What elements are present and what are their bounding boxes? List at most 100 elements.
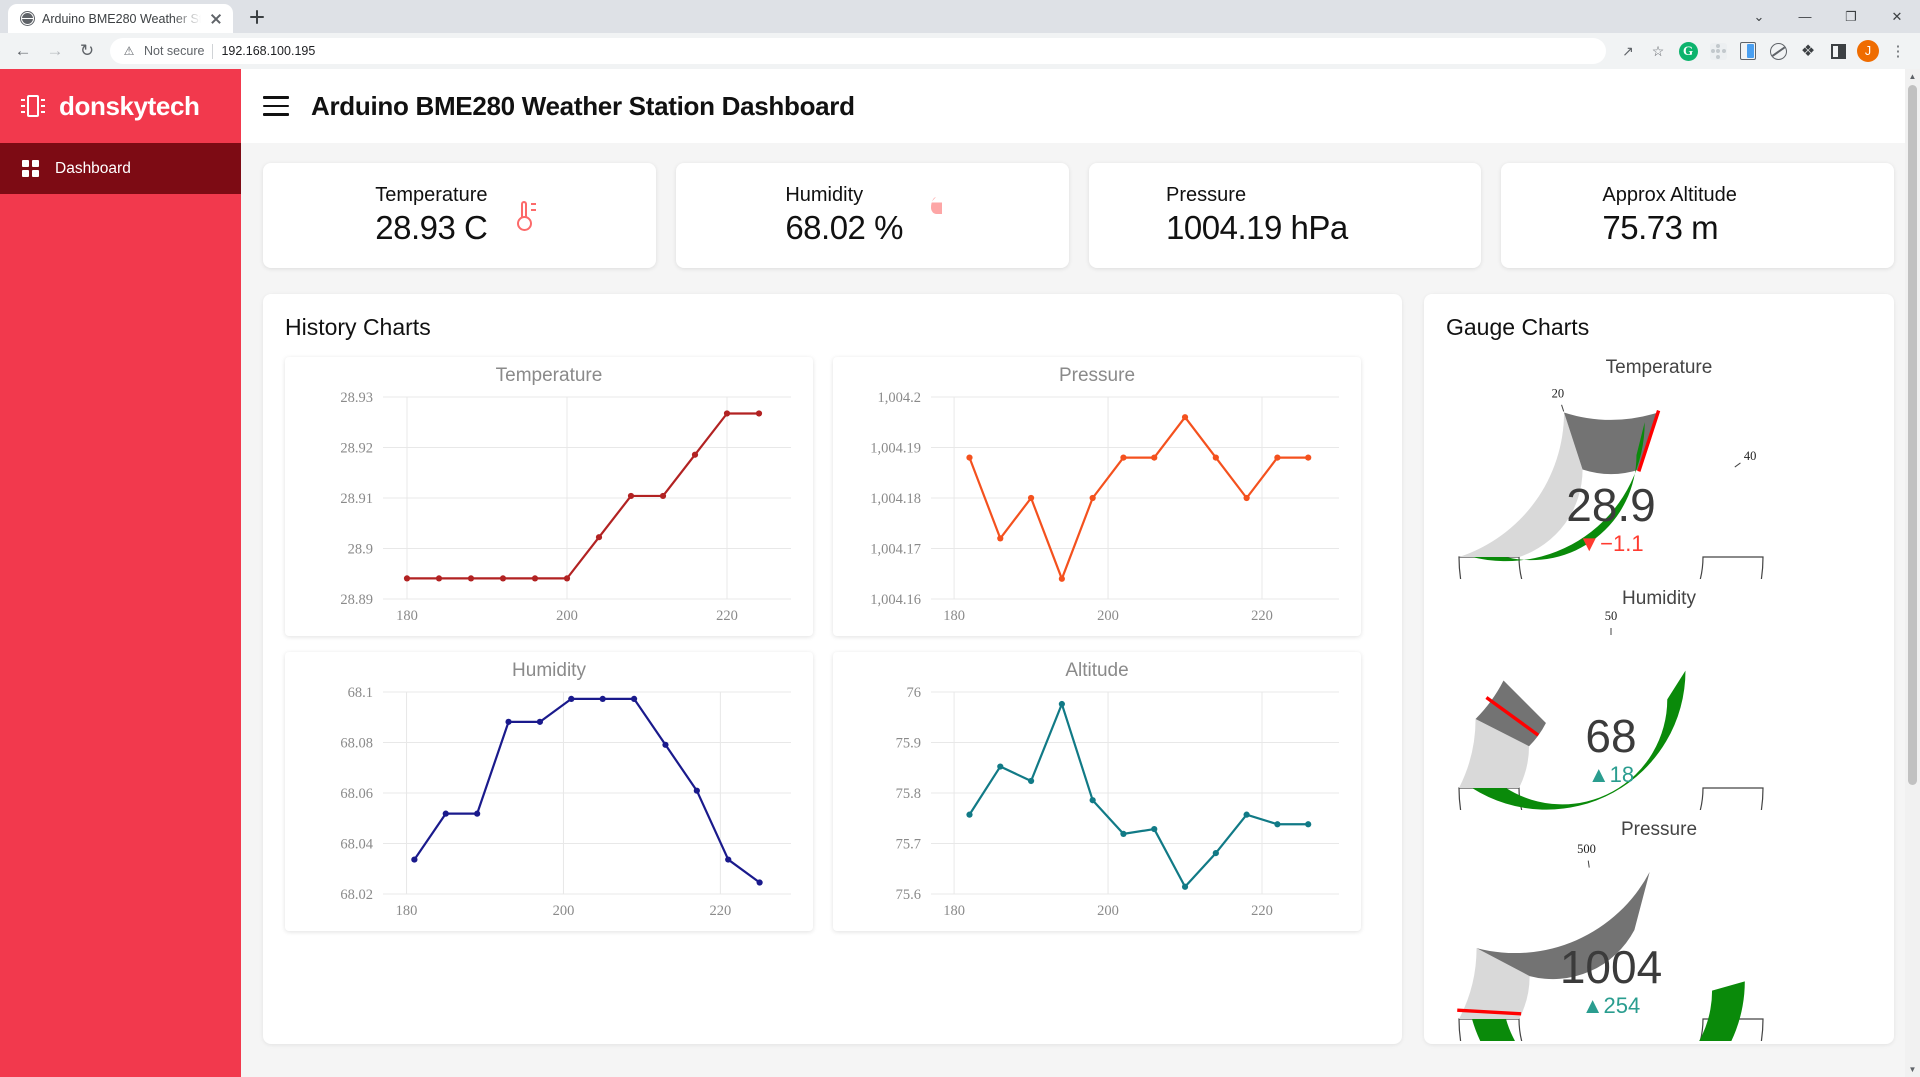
browser-tab[interactable]: Arduino BME280 Weather Station	[8, 4, 233, 33]
chart-temperature[interactable]: Temperature 28.8928.928.9128.9228.931802…	[285, 357, 813, 636]
brand-name: donskytech	[59, 91, 200, 122]
kebab-menu-icon[interactable]: ⋮	[1884, 37, 1912, 65]
panel-row: History Charts Temperature 28.8928.928.9…	[263, 294, 1894, 1044]
svg-text:68: 68	[1585, 710, 1636, 762]
gauge-temperature[interactable]: Temperature 204028.9▼−1.1	[1446, 357, 1872, 584]
chart-humidity[interactable]: Humidity 68.0268.0468.0668.0868.11802002…	[285, 652, 813, 931]
chart-pressure[interactable]: Pressure 1,004.161,004.171,004.181,004.1…	[833, 357, 1361, 636]
svg-text:75.9: 75.9	[896, 736, 921, 752]
svg-text:28.89: 28.89	[340, 592, 373, 608]
url-text: 192.168.100.195	[221, 44, 315, 58]
minimize-icon[interactable]: —	[1782, 0, 1828, 33]
grid-extension-icon[interactable]	[1704, 37, 1732, 65]
reload-icon[interactable]: ↻	[72, 36, 102, 66]
chart-title: Temperature	[295, 365, 803, 387]
svg-text:220: 220	[716, 608, 738, 624]
svg-text:▲254: ▲254	[1582, 993, 1640, 1018]
stat-card-humidity: Humidity 68.02 %	[676, 163, 1069, 268]
svg-text:68.04: 68.04	[340, 837, 373, 853]
stat-card-altitude: Approx Altitude 75.73 m	[1501, 163, 1894, 268]
bookmark-star-icon[interactable]: ☆	[1644, 37, 1672, 65]
gauge-title: Pressure	[1446, 819, 1872, 841]
scroll-up-arrow[interactable]: ▲	[1905, 69, 1920, 84]
stat-value: 1004.19 hPa	[1166, 209, 1348, 247]
chart-title: Humidity	[295, 660, 803, 682]
address-bar[interactable]: ⚠ Not secure 192.168.100.195	[110, 38, 1606, 64]
svg-text:68.02: 68.02	[340, 887, 373, 903]
security-label: Not secure	[144, 44, 204, 58]
new-tab-button[interactable]	[243, 3, 271, 31]
back-icon[interactable]: ←	[8, 36, 38, 66]
chart-altitude[interactable]: Altitude 75.675.775.875.976180200220	[833, 652, 1361, 931]
svg-text:180: 180	[396, 608, 418, 624]
water-drop-icon	[925, 197, 959, 235]
history-charts-panel: History Charts Temperature 28.8928.928.9…	[263, 294, 1402, 1044]
sidebar: donskytech Dashboard	[0, 69, 241, 1077]
svg-text:180: 180	[943, 903, 965, 919]
svg-text:220: 220	[1251, 903, 1273, 919]
chart-plot-area: 68.0268.0468.0668.0868.1180200220	[295, 682, 803, 922]
scroll-down-arrow[interactable]: ▼	[1905, 1062, 1920, 1077]
adblock-glyph	[1770, 43, 1787, 60]
gauge-pressure[interactable]: Pressure 500 1004▲254	[1446, 819, 1872, 1044]
chart-plot-area: 28.8928.928.9128.9228.93180200220	[295, 387, 803, 627]
grammarly-extension-icon[interactable]: G	[1674, 37, 1702, 65]
svg-text:75.6: 75.6	[896, 887, 921, 903]
gauge-panel-title: Gauge Charts	[1446, 314, 1872, 341]
svg-text:220: 220	[1251, 608, 1273, 624]
svg-text:1,004.17: 1,004.17	[870, 542, 921, 558]
tab-title: Arduino BME280 Weather Station	[42, 12, 201, 26]
svg-text:1004: 1004	[1560, 941, 1662, 993]
svg-text:28.93: 28.93	[340, 390, 373, 406]
svg-text:1,004.19: 1,004.19	[870, 441, 921, 457]
main-content: Arduino BME280 Weather Station Dashboard…	[241, 69, 1920, 1077]
chart-plot-area: 1,004.161,004.171,004.181,004.191,004.21…	[843, 387, 1351, 627]
svg-text:68.08: 68.08	[340, 736, 373, 752]
reading-mode-icon[interactable]	[1734, 37, 1762, 65]
close-window-icon[interactable]: ✕	[1874, 0, 1920, 33]
history-chart-grid: Temperature 28.8928.928.9128.9228.931802…	[285, 357, 1380, 931]
svg-text:1,004.16: 1,004.16	[870, 592, 921, 608]
page-title: Arduino BME280 Weather Station Dashboard	[311, 91, 855, 122]
stat-label: Temperature	[375, 184, 487, 207]
gauge-title: Temperature	[1446, 357, 1872, 379]
grammarly-letter: G	[1679, 42, 1698, 61]
close-icon[interactable]	[208, 11, 224, 27]
side-panel-icon[interactable]	[1824, 37, 1852, 65]
browser-window: Arduino BME280 Weather Station ⌄ — ❐ ✕ ←…	[0, 0, 1920, 1077]
page-scrollbar[interactable]: ▲ ▼	[1905, 69, 1920, 1077]
sidebar-item-dashboard[interactable]: Dashboard	[0, 143, 241, 194]
stat-label: Approx Altitude	[1602, 184, 1737, 207]
svg-text:200: 200	[553, 903, 575, 919]
gauge-plot-area: 500 1004▲254	[1446, 841, 1872, 1044]
gauge-humidity[interactable]: Humidity 5068▲18	[1446, 588, 1872, 815]
svg-text:200: 200	[556, 608, 578, 624]
scrollbar-thumb[interactable]	[1908, 85, 1917, 785]
gauge-plot-area: 5068▲18	[1446, 610, 1872, 815]
svg-text:200: 200	[1097, 903, 1119, 919]
svg-text:500: 500	[1577, 842, 1596, 856]
app-header: Arduino BME280 Weather Station Dashboard	[241, 69, 1920, 143]
svg-text:220: 220	[710, 903, 732, 919]
svg-text:76: 76	[907, 685, 922, 701]
stat-label: Pressure	[1166, 184, 1348, 207]
adblock-extension-icon[interactable]	[1764, 37, 1792, 65]
hamburger-icon[interactable]	[263, 96, 289, 116]
minimize-panel-icon[interactable]: ⌄	[1736, 0, 1782, 33]
svg-text:180: 180	[943, 608, 965, 624]
globe-icon	[20, 11, 35, 26]
grid-icon	[22, 160, 39, 177]
tab-strip: Arduino BME280 Weather Station ⌄ — ❐ ✕	[0, 0, 1920, 33]
svg-text:28.9: 28.9	[348, 542, 373, 558]
share-icon[interactable]: ↗	[1614, 37, 1642, 65]
stat-value: 75.73 m	[1602, 209, 1737, 247]
grid-glyph	[1710, 43, 1727, 60]
maximize-icon[interactable]: ❐	[1828, 0, 1874, 33]
profile-avatar[interactable]: J	[1854, 37, 1882, 65]
forward-icon[interactable]: →	[40, 36, 70, 66]
brand-logo[interactable]: donskytech	[0, 69, 241, 143]
stat-value: 28.93 C	[375, 209, 487, 247]
svg-text:28.92: 28.92	[340, 441, 373, 457]
puzzle-extensions-icon[interactable]: ❖	[1794, 37, 1822, 65]
svg-text:40: 40	[1744, 449, 1757, 463]
